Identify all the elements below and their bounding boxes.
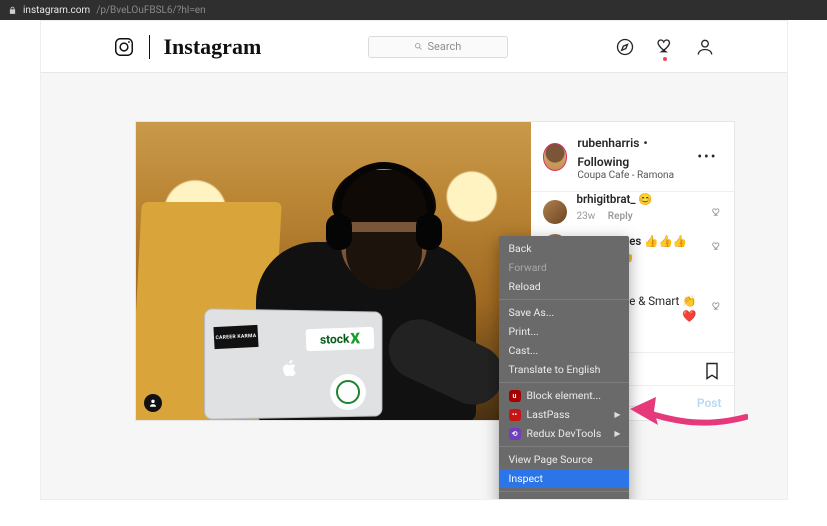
post-more-button[interactable]: ••• xyxy=(697,149,721,165)
ctx-lastpass[interactable]: ••LastPass▶ xyxy=(499,405,629,424)
comment-row: brhigitbrat_ 😊 23w Reply xyxy=(543,192,722,226)
sticker-stockx-text: stock xyxy=(319,332,349,347)
author-avatar[interactable] xyxy=(543,143,568,171)
nav-left: Instagram xyxy=(113,34,262,60)
address-path: /p/BveLOuFBSL6/?hl=en xyxy=(96,5,205,16)
post-location[interactable]: Coupa Cafe - Ramona xyxy=(577,170,687,181)
search-placeholder: Search xyxy=(427,40,461,53)
photo-laptop: CAREER KARMA stockX xyxy=(196,310,396,420)
follow-status[interactable]: Following xyxy=(577,155,629,169)
comment-reply-button[interactable]: Reply xyxy=(608,211,633,222)
nav-right xyxy=(615,35,715,59)
commenter-avatar[interactable] xyxy=(543,200,567,224)
comment-time: 23w xyxy=(577,211,596,222)
ctx-forward: Forward xyxy=(499,258,629,277)
activity-dot xyxy=(663,57,667,61)
author-username[interactable]: rubenharris xyxy=(577,136,639,150)
post-header: rubenharris • Following Coupa Cafe - Ram… xyxy=(531,122,734,192)
sticker-circle xyxy=(330,374,366,410)
commenter-username[interactable]: brhigitbrat_ xyxy=(577,192,636,206)
context-menu: Back Forward Reload Save As... Print... … xyxy=(499,236,629,500)
ctx-separator xyxy=(499,382,629,383)
comment-text: brhigitbrat_ 😊 xyxy=(577,192,701,207)
comment-tail: 😊 xyxy=(636,192,653,206)
sticker-stockx-x: X xyxy=(350,329,360,347)
ctx-save-as[interactable]: Save As... xyxy=(499,303,629,322)
comment-meta: 23w Reply xyxy=(577,211,701,222)
apple-logo-icon xyxy=(280,356,300,380)
ctx-reload[interactable]: Reload xyxy=(499,277,629,296)
lastpass-badge-icon: •• xyxy=(509,409,521,421)
ctx-cast[interactable]: Cast... xyxy=(499,341,629,360)
browser-address-bar: instagram.com/p/BveLOuFBSL6/?hl=en xyxy=(0,0,827,20)
redux-badge-icon: ⟲ xyxy=(509,428,521,440)
lock-icon xyxy=(8,6,17,15)
ctx-redux[interactable]: ⟲Redux DevTools▶ xyxy=(499,424,629,443)
ctx-block-element[interactable]: uBlock element... xyxy=(499,386,629,405)
search-icon xyxy=(414,42,423,51)
ublock-badge-icon: u xyxy=(509,390,521,402)
person-icon xyxy=(148,398,158,408)
instagram-wordmark[interactable]: Instagram xyxy=(164,34,262,60)
author-info: rubenharris • Following Coupa Cafe - Ram… xyxy=(577,132,687,181)
save-button[interactable] xyxy=(702,361,722,381)
activity-button[interactable] xyxy=(655,35,675,59)
ctx-print[interactable]: Print... xyxy=(499,322,629,341)
ctx-view-source[interactable]: View Page Source xyxy=(499,450,629,469)
submenu-arrow-icon: ▶ xyxy=(614,429,620,438)
instagram-topnav: Instagram Search xyxy=(41,21,787,73)
ctx-speech[interactable]: Speech▶ xyxy=(499,495,629,500)
post-photo[interactable]: CAREER KARMA stockX xyxy=(136,122,531,420)
bullet: • xyxy=(643,136,647,150)
instagram-glyph-icon[interactable] xyxy=(113,36,135,58)
photo-earcup-left xyxy=(326,214,352,250)
post-card: CAREER KARMA stockX rubenharris • Follow… xyxy=(135,121,735,421)
photo-earcup-right xyxy=(416,214,442,250)
address-domain: instagram.com xyxy=(23,5,90,16)
ctx-translate[interactable]: Translate to English xyxy=(499,360,629,379)
author-line: rubenharris • Following xyxy=(577,132,687,170)
comment-like-button[interactable] xyxy=(711,236,722,247)
ctx-separator xyxy=(499,299,629,300)
comment-like-button[interactable] xyxy=(711,296,722,307)
profile-icon[interactable] xyxy=(695,37,715,57)
sticker-career-karma: CAREER KARMA xyxy=(213,325,258,349)
comment-like-button[interactable] xyxy=(711,202,722,213)
ctx-separator xyxy=(499,491,629,492)
heart-icon xyxy=(655,35,675,55)
search-input[interactable]: Search xyxy=(368,36,508,58)
ctx-back[interactable]: Back xyxy=(499,239,629,258)
ctx-separator xyxy=(499,446,629,447)
explore-icon[interactable] xyxy=(615,37,635,57)
page-canvas: Instagram Search xyxy=(40,20,788,500)
ctx-inspect[interactable]: Inspect xyxy=(499,469,629,488)
tagged-people-button[interactable] xyxy=(144,394,162,412)
annotation-arrow xyxy=(628,395,748,435)
sticker-stockx: stockX xyxy=(305,327,374,351)
nav-divider xyxy=(149,35,150,59)
submenu-arrow-icon: ▶ xyxy=(614,410,620,419)
